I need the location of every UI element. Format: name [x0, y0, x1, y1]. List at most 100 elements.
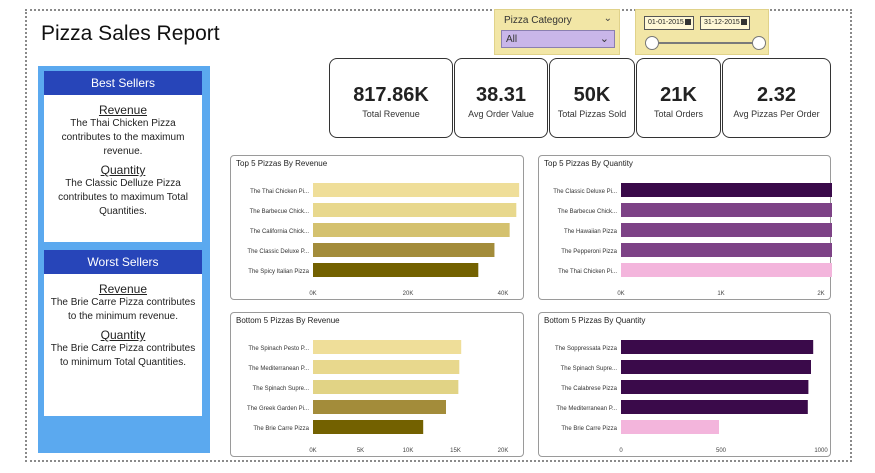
- kpi-value: 50K: [573, 84, 611, 106]
- x-tick-label: 20K: [403, 291, 414, 297]
- best-revenue-text: The Thai Chicken Pizza contributes to th…: [61, 118, 185, 157]
- bar-category-label: The Greek Garden Pi...: [247, 406, 309, 412]
- x-tick-label: 40K: [498, 291, 509, 297]
- kpi-total-orders: 21K Total Orders: [636, 58, 721, 138]
- x-tick-label: 2K: [817, 291, 824, 297]
- kpi-value: 38.31: [475, 84, 527, 106]
- kpi-label: Avg Order Value: [468, 109, 534, 119]
- kpi-value: 817.86K: [353, 84, 429, 106]
- kpi-value: 21K: [660, 84, 697, 106]
- x-tick-label: 5K: [357, 448, 364, 454]
- x-tick-label: 15K: [450, 448, 461, 454]
- best-sellers-header: Best Sellers: [44, 71, 202, 95]
- kpi-value: 2.32: [757, 84, 796, 106]
- kpi-label: Total Revenue: [362, 109, 420, 119]
- bar-category-label: The Classic Deluxe P...: [247, 249, 309, 255]
- bar-category-label: The California Chick...: [250, 229, 309, 235]
- best-quantity-text: The Classic Delluze Pizza contributes to…: [58, 178, 188, 217]
- chart-plot-area: The Spinach Pesto P... The Mediterranean …: [247, 340, 509, 454]
- bar: [313, 223, 510, 237]
- x-tick-label: 0K: [309, 448, 316, 454]
- kpi-total-pizzas-sold: 50K Total Pizzas Sold: [549, 58, 635, 138]
- pizza-category-label: Pizza Category: [504, 15, 572, 26]
- bar: [621, 243, 832, 257]
- kpi-label: Total Orders: [653, 109, 704, 119]
- bar: [621, 263, 832, 277]
- bar-category-label: The Spinach Supre...: [561, 366, 618, 372]
- bar-category-label: The Brie Carre Pizza: [253, 426, 309, 432]
- bar: [313, 203, 517, 217]
- worst-quantity-text: The Brie Carre Pizza contributes to mini…: [50, 343, 196, 368]
- bar: [621, 203, 832, 217]
- pizza-category-slicer[interactable]: Pizza Category ⌄ All ⌄: [494, 9, 620, 55]
- bar-category-label: The Hawaiian Pizza: [564, 229, 618, 235]
- best-sellers-panel: Best Sellers Revenue The Thai Chicken Pi…: [44, 71, 202, 242]
- bar: [313, 183, 520, 197]
- kpi-total-revenue: 817.86K Total Revenue: [329, 58, 453, 138]
- x-tick-label: 1000: [814, 448, 828, 454]
- bar: [313, 400, 446, 414]
- bar: [313, 380, 459, 394]
- bottom5-quantity-chart[interactable]: Bottom 5 Pizzas By Quantity The Soppress…: [538, 312, 831, 457]
- date-slider-end-handle[interactable]: [752, 36, 766, 50]
- bar-category-label: The Mediterranean P...: [556, 406, 617, 412]
- bar-category-label: The Barbecue Chick...: [558, 209, 618, 215]
- bar-category-label: The Pepperoni Pizza: [561, 249, 617, 255]
- bar-category-label: The Spinach Supre...: [253, 386, 310, 392]
- bar: [313, 340, 462, 354]
- bar: [621, 400, 808, 414]
- dropdown-chevron-icon: ⌄: [599, 33, 609, 45]
- chart-plot-area: The Classic Deluxe Pi... The Barbecue Chi…: [553, 183, 832, 297]
- bar-category-label: The Calabrese Pizza: [561, 386, 617, 392]
- report-title: Pizza Sales Report: [41, 22, 220, 45]
- start-date-value: 01-01-2015: [648, 19, 684, 26]
- bottom5-revenue-chart[interactable]: Bottom 5 Pizzas By Revenue The Spinach P…: [230, 312, 524, 457]
- best-quantity-title: Quantity: [100, 163, 146, 177]
- bar-category-label: The Spinach Pesto P...: [248, 346, 309, 352]
- kpi-label: Avg Pizzas Per Order: [733, 109, 820, 119]
- kpi-avg-order-value: 38.31 Avg Order Value: [454, 58, 548, 138]
- bar-category-label: The Thai Chicken Pi...: [250, 189, 309, 195]
- bar: [621, 380, 809, 394]
- calendar-icon[interactable]: [685, 19, 691, 25]
- worst-sellers-header: Worst Sellers: [44, 250, 202, 274]
- x-tick-label: 500: [716, 448, 727, 454]
- end-date-value: 31-12-2015: [704, 19, 740, 26]
- bar: [313, 263, 479, 277]
- top5-quantity-chart[interactable]: Top 5 Pizzas By Quantity The Classic Del…: [538, 155, 832, 300]
- x-tick-label: 0K: [617, 291, 624, 297]
- bar: [621, 223, 832, 237]
- x-tick-label: 0K: [309, 291, 316, 297]
- date-slider-start-handle[interactable]: [645, 36, 659, 50]
- date-slider-track[interactable]: [650, 42, 760, 44]
- bar: [621, 183, 832, 197]
- bar-category-label: The Brie Carre Pizza: [561, 426, 617, 432]
- date-range-slicer[interactable]: 01-01-2015 31-12-2015: [635, 9, 769, 55]
- worst-revenue-title: Revenue: [98, 282, 148, 296]
- kpi-label: Total Pizzas Sold: [557, 109, 627, 119]
- chevron-down-icon[interactable]: ⌄: [604, 13, 612, 24]
- pizza-category-dropdown[interactable]: All ⌄: [501, 30, 615, 48]
- chart-plot-area: The Thai Chicken Pi... The Barbecue Chick…: [247, 183, 520, 297]
- bar: [621, 340, 814, 354]
- start-date-field[interactable]: 01-01-2015: [644, 16, 694, 30]
- pizza-category-value: All: [506, 34, 518, 45]
- kpi-avg-pizzas-per-order: 2.32 Avg Pizzas Per Order: [722, 58, 831, 138]
- end-date-field[interactable]: 31-12-2015: [700, 16, 750, 30]
- chart-plot-area: The Soppressata Pizza The Spinach Supre..…: [555, 340, 828, 454]
- x-tick-label: 20K: [498, 448, 509, 454]
- bar-category-label: The Mediterranean P...: [248, 366, 309, 372]
- x-tick-label: 0: [619, 448, 623, 454]
- top5-revenue-chart[interactable]: Top 5 Pizzas By Revenue The Thai Chicken…: [230, 155, 524, 300]
- bar-category-label: The Thai Chicken Pi...: [558, 269, 617, 275]
- bar: [313, 360, 460, 374]
- worst-revenue-text: The Brie Carre Pizza contributes to the …: [50, 297, 196, 322]
- bar-category-label: The Barbecue Chick...: [250, 209, 310, 215]
- bar-category-label: The Spicy Italian Pizza: [248, 269, 309, 275]
- insights-sidebar: Best Sellers Revenue The Thai Chicken Pi…: [38, 66, 210, 453]
- best-revenue-title: Revenue: [98, 103, 148, 117]
- calendar-icon[interactable]: [741, 19, 747, 25]
- bar: [621, 360, 811, 374]
- bar-category-label: The Soppressata Pizza: [555, 346, 618, 352]
- worst-sellers-panel: Worst Sellers Revenue The Brie Carre Piz…: [44, 250, 202, 416]
